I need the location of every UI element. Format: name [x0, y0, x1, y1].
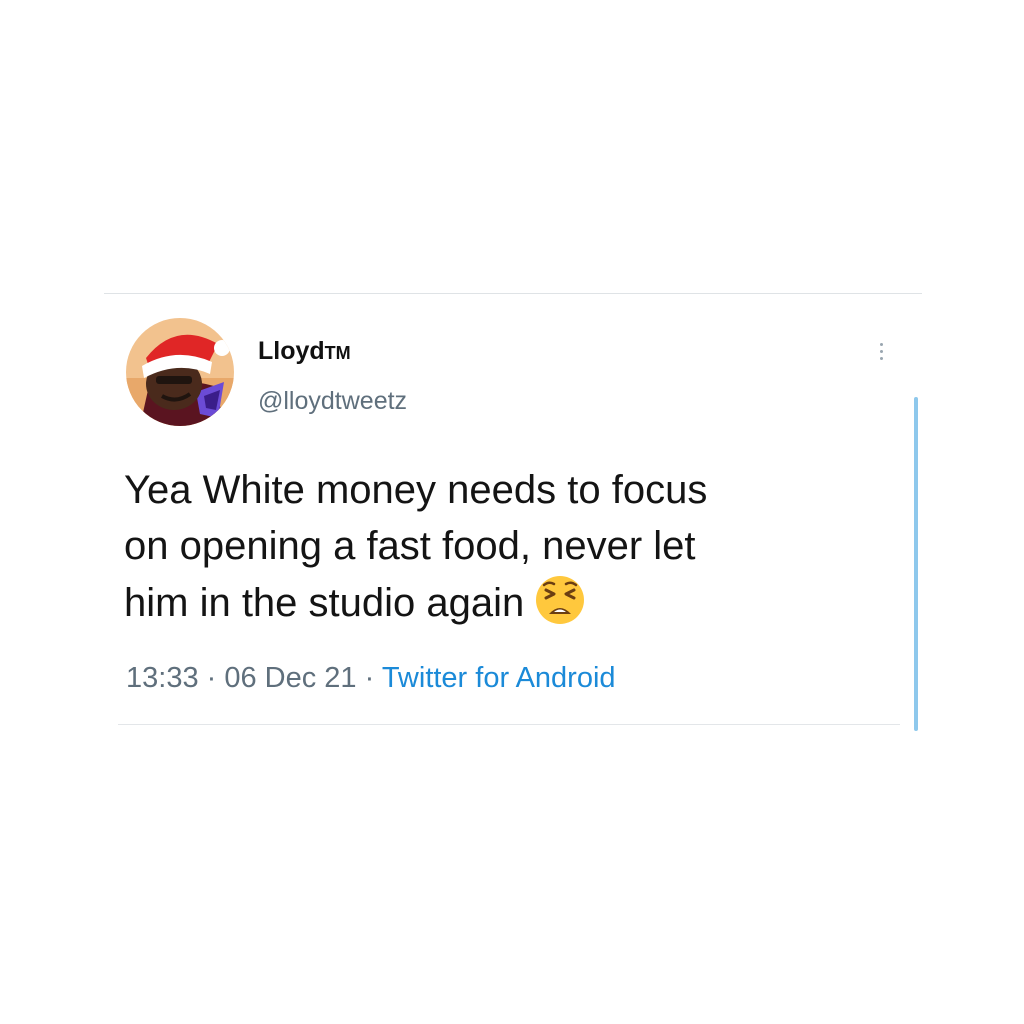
tweet-text-line: on opening a fast food, never let — [124, 524, 696, 568]
scroll-indicator[interactable] — [914, 397, 918, 731]
meta-separator: · — [356, 662, 382, 694]
avatar[interactable] — [126, 318, 234, 426]
more-dot — [879, 342, 883, 346]
display-name-suffix: TM — [324, 343, 351, 363]
tweet-meta: 13:33 · 06 Dec 21 · Twitter for Android — [126, 660, 616, 696]
meta-separator: · — [198, 662, 225, 694]
tweet-date: 06 Dec 21 — [224, 662, 357, 694]
top-divider — [104, 293, 922, 294]
tweet-text-line-content: him in the studio again — [124, 581, 525, 625]
more-options-icon[interactable] — [868, 336, 894, 366]
avatar-image — [126, 318, 234, 426]
tweet-text-line: Yea White money needs to focus — [124, 468, 708, 512]
more-dot — [879, 349, 883, 353]
display-name[interactable]: LloydTM — [258, 336, 351, 368]
tweet-source-link[interactable]: Twitter for Android — [382, 662, 616, 694]
tweet-time: 13:33 — [126, 662, 199, 694]
more-dot — [879, 356, 883, 360]
bottom-divider — [118, 724, 900, 725]
display-name-text: Lloyd — [258, 337, 325, 365]
tweet-text-line-last: him in the studio again — [124, 574, 884, 631]
tired-face-emoji-icon — [536, 576, 585, 624]
user-handle[interactable]: @lloydtweetz — [258, 386, 407, 416]
tweet-text: Yea White money needs to focus on openin… — [124, 462, 884, 631]
